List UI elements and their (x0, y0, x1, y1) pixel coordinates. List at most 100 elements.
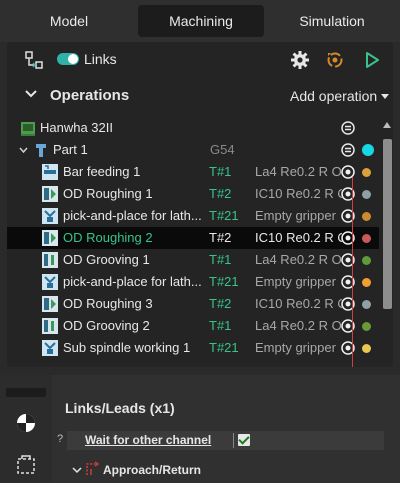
links-leads-title: Links/Leads (x1) (65, 400, 175, 416)
tree-row-machine[interactable]: Hanwha 32II (7, 117, 379, 139)
add-operation-caret-icon[interactable] (381, 94, 389, 99)
operation-name: OD Grooving 2 (63, 318, 150, 333)
operation-tool: T#1 (209, 252, 232, 267)
operations-title: Operations (50, 87, 130, 104)
operations-panel: Links Operations Add operation Hanwha 32… (7, 42, 393, 367)
operation-color-dot (362, 168, 371, 177)
operations-header: Operations Add operation (7, 82, 393, 110)
operation-row[interactable]: Bar feeding 1 T#1 La4 Re0.2 R OD (7, 161, 379, 183)
origin-target-icon[interactable] (14, 411, 38, 435)
part-color-dot (362, 144, 374, 156)
operation-color-dot (362, 212, 371, 221)
operation-tool: T#21 (209, 208, 239, 223)
operation-name: OD Roughing 3 (63, 296, 153, 311)
bar-feed-operation-icon (42, 164, 58, 180)
tab-bar: Model Machining Simulation (0, 0, 400, 42)
link-line (352, 177, 353, 367)
operation-row[interactable]: pick-and-place for lath... T#21 Empty grip… (7, 205, 379, 227)
sidebar-handle[interactable] (6, 388, 46, 397)
chevron-down-icon[interactable] (19, 146, 28, 155)
operation-tool-description: La4 Re0.2 R OD (255, 252, 342, 267)
operations-toolbar: Links (7, 42, 393, 78)
operation-name: Bar feeding 1 (63, 164, 141, 179)
operation-tool-description: IC10 Re0.2 R OD (255, 230, 342, 245)
stock-box-icon[interactable] (14, 453, 38, 477)
approach-return-label[interactable]: Approach/Return (103, 463, 201, 477)
operation-tool-description: IC10 Re0.2 R OD (255, 186, 342, 201)
operation-tool-description: La4 Re0.2 R OD (255, 318, 342, 333)
help-icon[interactable]: ? (57, 433, 63, 445)
operation-tool-description: Empty gripper (255, 208, 336, 223)
operation-name: pick-and-place for lath... (63, 208, 202, 223)
play-icon[interactable] (362, 50, 382, 70)
operation-color-dot (362, 256, 371, 265)
property-sidebar (0, 375, 52, 483)
wait-channel-row: Wait for other channel (67, 431, 384, 450)
row-divider (233, 433, 234, 448)
tree-row-part[interactable]: Part 1 G54 (7, 139, 379, 161)
operation-tool: T#1 (209, 318, 232, 333)
grooving-operation-icon (42, 318, 58, 334)
operation-name: OD Roughing 2 (63, 230, 153, 245)
pick-place-operation-icon (42, 340, 58, 356)
operation-tool: T#21 (209, 340, 239, 355)
operation-tool: T#2 (209, 296, 232, 311)
operation-name: OD Roughing 1 (63, 186, 153, 201)
operation-color-dot (362, 344, 371, 353)
operation-tool: T#2 (209, 186, 232, 201)
turning-operation-icon (42, 230, 58, 246)
part-icon (36, 144, 46, 157)
scroll-up-arrow-icon[interactable] (383, 122, 391, 128)
tree-sync-icon[interactable] (24, 50, 44, 70)
orbit-icon[interactable] (325, 50, 345, 70)
operation-tool: T#1 (209, 164, 232, 179)
links-leads-panel: Links/Leads (x1) ? Wait for other channe… (0, 375, 400, 483)
tab-model[interactable]: Model (0, 5, 138, 37)
operation-row[interactable]: OD Roughing 2 T#2 IC10 Re0.2 R OD (7, 227, 379, 249)
operation-color-dot (362, 234, 371, 243)
wait-for-other-channel-label[interactable]: Wait for other channel (85, 433, 211, 447)
operation-color-dot (362, 322, 371, 331)
operation-row[interactable]: OD Grooving 1 T#1 La4 Re0.2 R OD (7, 249, 379, 271)
operation-row[interactable]: Sub spindle working 1 T#21 Empty gripper (7, 337, 379, 359)
operation-name: Sub spindle working 1 (63, 340, 191, 355)
scroll-thumb[interactable] (383, 139, 392, 309)
operation-row[interactable]: pick-and-place for lath... T#21 Empty grip… (7, 271, 379, 293)
operation-tool-description: IC10 Re0.2 R OD (255, 296, 342, 311)
part-wcs: G54 (210, 142, 235, 157)
add-operation-button[interactable]: Add operation (290, 88, 377, 104)
operation-tool: T#21 (209, 274, 239, 289)
tab-machining[interactable]: Machining (138, 5, 264, 37)
approach-return-icon (86, 461, 100, 475)
machine-icon (21, 122, 35, 136)
collapse-all-icon[interactable] (341, 121, 355, 135)
grooving-operation-icon (42, 252, 58, 268)
operation-color-dot (362, 300, 371, 309)
chevron-down-icon[interactable] (72, 465, 82, 475)
links-label: Links (84, 51, 117, 67)
pick-place-operation-icon (42, 208, 58, 224)
operation-name: pick-and-place for lath... (63, 274, 202, 289)
pick-place-operation-icon (42, 274, 58, 290)
machine-label: Hanwha 32II (40, 120, 113, 135)
wait-for-other-channel-checkbox[interactable] (238, 434, 250, 446)
operation-row[interactable]: OD Roughing 3 T#2 IC10 Re0.2 R OD (7, 293, 379, 315)
operations-tree: Hanwha 32II Part 1 G54 Bar feeding 1 T#1… (7, 117, 393, 367)
chevron-down-icon[interactable] (24, 87, 38, 101)
operation-row[interactable]: OD Grooving 2 T#1 La4 Re0.2 R OD (7, 315, 379, 337)
operation-color-dot (362, 278, 371, 287)
links-toggle[interactable] (57, 53, 79, 65)
gear-icon[interactable] (290, 50, 310, 70)
turning-operation-icon (42, 296, 58, 312)
operation-color-dot (362, 190, 371, 199)
turning-operation-icon (42, 186, 58, 202)
part-label: Part 1 (53, 142, 88, 157)
operation-tool-description: La4 Re0.2 R OD (255, 164, 342, 179)
operation-tool-description: Empty gripper (255, 340, 336, 355)
operation-name: OD Grooving 1 (63, 252, 150, 267)
operation-row[interactable]: OD Roughing 1 T#2 IC10 Re0.2 R OD (7, 183, 379, 205)
tab-simulation[interactable]: Simulation (264, 5, 400, 37)
operation-tool: T#2 (209, 230, 232, 245)
collapse-icon[interactable] (341, 143, 355, 157)
operation-tool-description: Empty gripper (255, 274, 336, 289)
